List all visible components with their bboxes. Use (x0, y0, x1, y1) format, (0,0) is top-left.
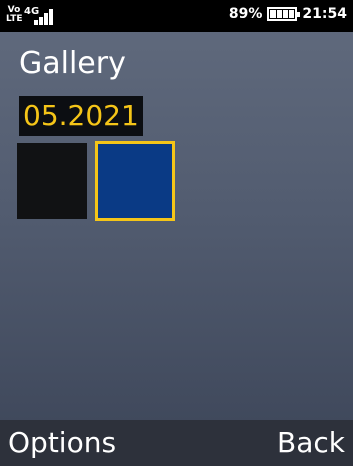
status-bar: Vo LTE 4G 89% 21:54 (0, 0, 353, 32)
back-softkey[interactable]: Back (277, 426, 345, 459)
softkey-bar: Options Back (0, 420, 353, 466)
clock: 21:54 (302, 6, 347, 22)
battery-percent: 89% (228, 6, 263, 22)
status-right: 89% 21:54 (229, 6, 347, 22)
volte-bottom-label: LTE (6, 14, 23, 24)
volte-icon: Vo LTE (6, 6, 23, 24)
gallery-thumbnail-selected[interactable] (95, 141, 175, 221)
page-title: Gallery (19, 46, 126, 81)
signal-strength-icon (34, 9, 54, 25)
options-softkey[interactable]: Options (8, 426, 116, 459)
gallery-thumbnail[interactable] (17, 143, 87, 219)
album-date-label: 05.2021 (19, 96, 143, 136)
battery-icon (267, 7, 301, 21)
